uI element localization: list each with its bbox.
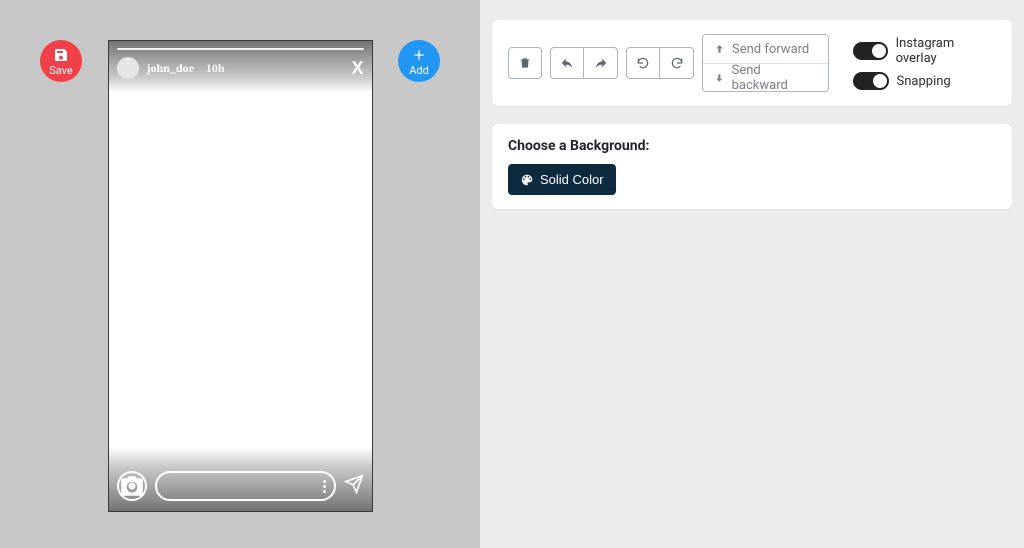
solid-color-button[interactable]: Solid Color: [508, 164, 616, 195]
camera-icon: [117, 471, 147, 501]
snapping-label: Snapping: [897, 74, 951, 89]
toolbar-card: Send forward Send backward Instagram ove…: [492, 20, 1012, 106]
plus-icon: [411, 47, 427, 63]
undo-redo-group: [550, 47, 618, 79]
undo-history-button[interactable]: [626, 47, 660, 79]
story-footer: [117, 471, 364, 501]
story-canvas[interactable]: john_doe 10h X: [108, 40, 373, 512]
add-button[interactable]: Add: [398, 40, 440, 82]
save-icon: [53, 47, 69, 63]
instagram-overlay-toggle[interactable]: [853, 42, 888, 60]
close-icon: X: [351, 58, 363, 79]
palette-icon: [520, 173, 534, 187]
story-username: john_doe: [147, 61, 194, 76]
layer-order-group: Send forward Send backward: [702, 34, 829, 92]
arrow-down-icon: [713, 71, 726, 84]
redo-history-button[interactable]: [660, 47, 694, 79]
canvas-area: Save Add john_doe 10h X: [0, 0, 480, 548]
add-button-label: Add: [409, 65, 429, 76]
solid-color-label: Solid Color: [540, 172, 604, 187]
story-progress-bar: [117, 48, 364, 50]
undo-icon: [636, 56, 650, 70]
background-card: Choose a Background: Solid Color: [492, 124, 1012, 209]
share-icon: [594, 56, 608, 70]
more-vertical-icon: [323, 480, 326, 493]
background-heading: Choose a Background:: [508, 138, 996, 154]
reply-icon: [560, 56, 574, 70]
save-button[interactable]: Save: [40, 40, 82, 82]
arrow-up-icon: [713, 43, 726, 56]
send-backward-label: Send backward: [732, 63, 818, 93]
send-icon: [344, 474, 364, 498]
undo-button[interactable]: [550, 47, 584, 79]
reply-input: [155, 471, 336, 501]
delete-button[interactable]: [508, 47, 542, 79]
redo-icon: [670, 56, 684, 70]
story-timestamp: 10h: [206, 61, 225, 76]
trash-icon: [518, 56, 532, 70]
send-forward-button[interactable]: Send forward: [703, 35, 828, 63]
snapping-toggle[interactable]: [853, 72, 889, 90]
settings-pane: Send forward Send backward Instagram ove…: [480, 0, 1024, 548]
history-group: [626, 47, 694, 79]
redo-button[interactable]: [584, 47, 618, 79]
toggle-group: Instagram overlay Snapping: [853, 36, 997, 90]
instagram-overlay-label: Instagram overlay: [896, 36, 996, 66]
send-backward-button[interactable]: Send backward: [703, 63, 828, 91]
send-forward-label: Send forward: [732, 42, 809, 57]
save-button-label: Save: [49, 65, 73, 76]
story-header: john_doe 10h X: [117, 57, 364, 79]
avatar: [117, 57, 139, 79]
